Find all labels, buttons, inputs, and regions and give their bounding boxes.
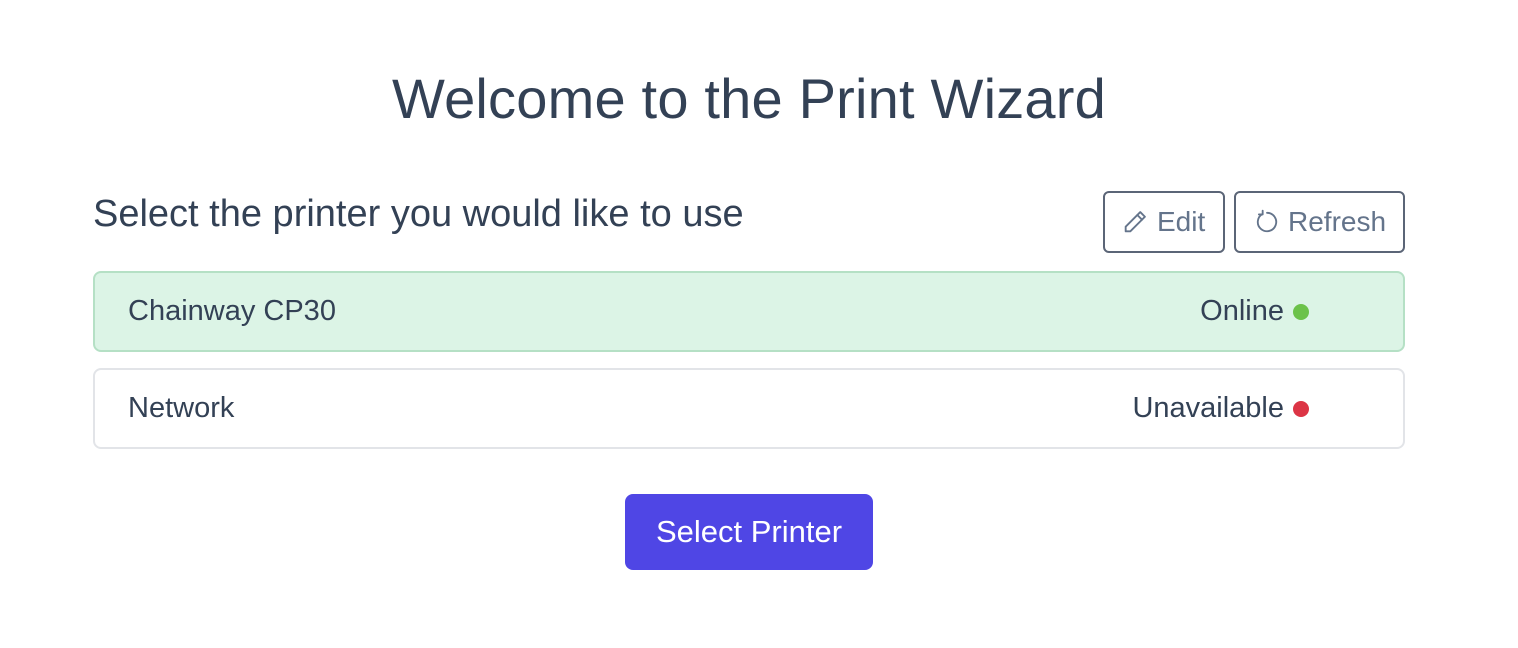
page-title: Welcome to the Print Wizard bbox=[392, 67, 1106, 130]
edit-label: Edit bbox=[1157, 206, 1206, 237]
select-printer-button[interactable]: Select Printer bbox=[625, 494, 873, 570]
edit-button[interactable]: Edit bbox=[1103, 191, 1225, 253]
printer-status: Unavailable bbox=[1132, 392, 1309, 425]
printer-name: Chainway CP30 bbox=[128, 295, 336, 327]
printer-name: Network bbox=[128, 392, 235, 424]
refresh-icon bbox=[1254, 209, 1280, 235]
printer-row-network[interactable]: Network Unavailable bbox=[93, 368, 1405, 449]
status-unavailable-dot bbox=[1293, 400, 1309, 417]
refresh-label: Refresh bbox=[1288, 206, 1387, 237]
printer-row-chainway-cp30[interactable]: Chainway CP30 Online bbox=[93, 271, 1405, 352]
refresh-button[interactable]: Refresh bbox=[1234, 191, 1405, 253]
status-text: Online bbox=[1200, 295, 1284, 327]
printer-status: Online bbox=[1200, 295, 1309, 328]
pencil-icon bbox=[1121, 208, 1149, 236]
status-online-dot bbox=[1293, 303, 1309, 320]
status-text: Unavailable bbox=[1132, 392, 1284, 424]
toolbar: Edit Refresh bbox=[1103, 191, 1405, 253]
printer-list: Chainway CP30 Online Network Unavailable bbox=[93, 271, 1405, 465]
page-subtitle: Select the printer you would like to use bbox=[93, 193, 744, 235]
